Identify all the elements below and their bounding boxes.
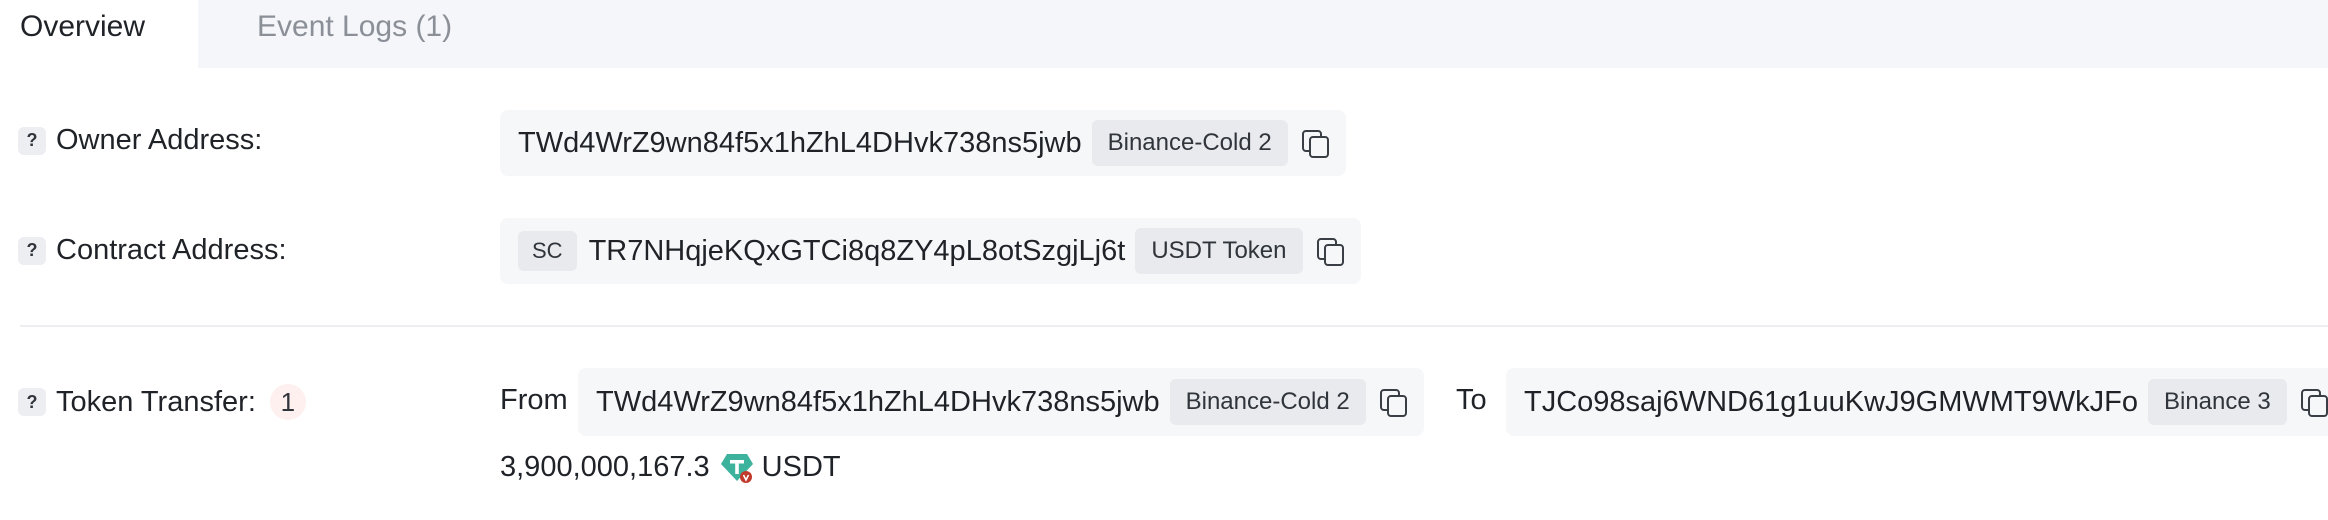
help-icon[interactable]: ? — [18, 388, 46, 416]
owner-address-label-row: ? Owner Address: — [18, 124, 262, 157]
owner-address-tag: Binance-Cold 2 — [1091, 120, 1288, 166]
contract-address-box: SC TR7NHqjeKQxGTCi8q8ZY4pL8otSzgjLj6t US… — [500, 218, 1361, 284]
from-address-box: TWd4WrZ9wn84f5x1hZhL4DHvk738ns5jwb Binan… — [578, 368, 1424, 436]
help-icon[interactable]: ? — [18, 126, 46, 155]
help-icon[interactable]: ? — [18, 236, 46, 265]
copy-icon[interactable] — [1316, 238, 1344, 266]
to-address-tag: Binance 3 — [2147, 379, 2287, 425]
token-symbol-link[interactable]: USDT — [762, 451, 841, 484]
owner-address-label: Owner Address: — [56, 124, 263, 156]
copy-icon[interactable] — [1301, 130, 1329, 158]
transfer-count-badge: 1 — [269, 384, 306, 420]
transfer-amount-row: 3,900,000,167.3 USDT — [500, 450, 841, 484]
transfer-amount: 3,900,000,167.3 — [500, 450, 710, 483]
tab-bar: Overview Event Logs (1) — [0, 0, 2328, 68]
owner-address-link[interactable]: TWd4WrZ9wn84f5x1hZhL4DHvk738ns5jwb — [518, 127, 1082, 160]
contract-address-label-row: ? Contract Address: — [18, 234, 287, 267]
from-label: From — [500, 384, 568, 416]
to-address-link[interactable]: TJCo98saj6WND61g1uuKwJ9GMWMT9WkJFo — [1524, 386, 2138, 419]
token-transfer-label: Token Transfer: — [56, 385, 256, 418]
to-address-box: TJCo98saj6WND61g1uuKwJ9GMWMT9WkJFo Binan… — [1506, 368, 2328, 436]
contract-address-link[interactable]: TR7NHqjeKQxGTCi8q8ZY4pL8otSzgjLj6t — [589, 235, 1126, 268]
from-address-tag: Binance-Cold 2 — [1169, 379, 1366, 425]
smart-contract-badge: SC — [518, 231, 577, 271]
tether-icon — [720, 450, 754, 484]
from-address-link[interactable]: TWd4WrZ9wn84f5x1hZhL4DHvk738ns5jwb — [596, 386, 1160, 419]
contract-address-tag: USDT Token — [1135, 228, 1303, 274]
token-transfer-label-row: ? Token Transfer: 1 — [18, 384, 306, 420]
contract-address-label: Contract Address: — [56, 234, 287, 266]
owner-address-box: TWd4WrZ9wn84f5x1hZhL4DHvk738ns5jwb Binan… — [500, 110, 1346, 176]
divider — [20, 325, 2328, 327]
tab-overview[interactable]: Overview — [0, 0, 198, 68]
to-label: To — [1456, 384, 1487, 416]
copy-icon[interactable] — [1379, 389, 1407, 417]
tab-event-logs[interactable]: Event Logs (1) — [257, 0, 452, 68]
copy-icon[interactable] — [2300, 389, 2328, 417]
